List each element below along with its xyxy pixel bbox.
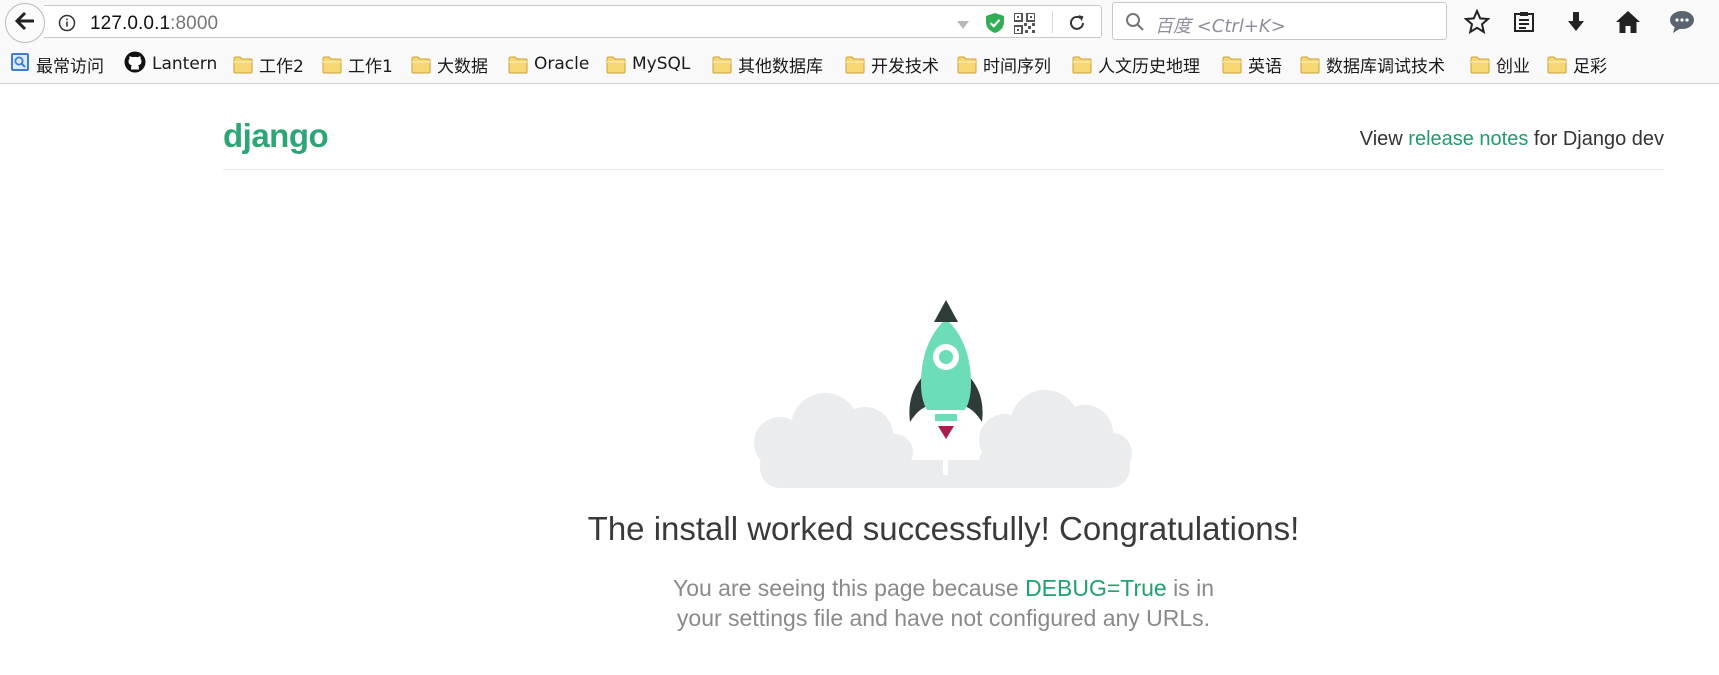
- rocket-illustration: [740, 295, 1150, 495]
- search-icon: [1125, 12, 1145, 37]
- bookmark-folder-humanities[interactable]: 人文历史地理: [1072, 53, 1200, 77]
- folder-icon: [1072, 55, 1092, 74]
- info-icon[interactable]: [58, 14, 76, 37]
- page-title: The install worked successfully! Congrat…: [587, 510, 1300, 547]
- page-header: django View release notes for Django dev: [223, 84, 1664, 170]
- bookmark-folder-oracle[interactable]: Oracle: [508, 53, 589, 75]
- folder-icon: [606, 55, 626, 74]
- bookmark-folder-time-series[interactable]: 时间序列: [957, 53, 1051, 77]
- qr-code-icon[interactable]: [1013, 12, 1036, 39]
- bookmark-folder-db-debug[interactable]: 数据库调试技术: [1300, 53, 1445, 77]
- folder-icon: [508, 55, 528, 74]
- folder-icon: [322, 55, 342, 74]
- most-visited-icon: [10, 52, 30, 77]
- url-bar[interactable]: 127.0.0.1:8000: [44, 5, 1102, 38]
- url-text[interactable]: 127.0.0.1:8000: [90, 13, 218, 35]
- bookmark-star-icon[interactable]: [1463, 8, 1491, 36]
- back-button[interactable]: [5, 3, 45, 43]
- folder-icon: [1547, 55, 1567, 74]
- flame-icon: [938, 426, 954, 439]
- bookmark-folder-other-db[interactable]: 其他数据库: [712, 53, 823, 77]
- rocket-launch-svg: [754, 300, 1132, 488]
- bookmark-folder-football[interactable]: 足彩: [1547, 53, 1607, 77]
- shield-check-icon[interactable]: [984, 12, 1006, 39]
- bookmark-most-visited[interactable]: 最常访问: [10, 52, 104, 77]
- bookmarks-toolbar: 最常访问 Lantern 工作2 工作1 大数据 Oracle MySQL 其他…: [0, 44, 1719, 84]
- folder-icon: [233, 55, 253, 74]
- folder-icon: [845, 55, 865, 74]
- search-placeholder: 百度 <Ctrl+K>: [1155, 16, 1286, 37]
- folder-icon: [712, 55, 732, 74]
- library-icon[interactable]: [1510, 8, 1538, 36]
- bookmark-folder-startup[interactable]: 创业: [1470, 53, 1530, 77]
- folder-icon: [1300, 55, 1320, 74]
- django-logo[interactable]: django: [223, 117, 329, 155]
- bookmark-folder-work2[interactable]: 工作2: [233, 53, 304, 77]
- folder-icon: [1222, 55, 1242, 74]
- debug-setting-code: DEBUG=True: [1025, 575, 1167, 601]
- release-notes-link[interactable]: release notes: [1408, 128, 1528, 150]
- url-separator: [1052, 11, 1053, 33]
- bookmark-folder-bigdata[interactable]: 大数据: [411, 53, 488, 77]
- release-notes-text: View release notes for Django dev: [1359, 128, 1664, 150]
- bookmark-lantern[interactable]: Lantern: [124, 51, 217, 78]
- reload-icon[interactable]: [1066, 12, 1088, 39]
- chat-bubble-icon[interactable]: [1668, 8, 1696, 36]
- debug-explanation: You are seeing this page because DEBUG=T…: [672, 575, 1215, 631]
- home-icon[interactable]: [1614, 8, 1642, 36]
- bookmark-folder-english[interactable]: 英语: [1222, 53, 1282, 77]
- search-input[interactable]: 百度 <Ctrl+K>: [1112, 2, 1447, 40]
- browser-toolbar: 127.0.0.1:8000 百度 <Ctrl+K>: [0, 0, 1719, 44]
- folder-icon: [957, 55, 977, 74]
- back-arrow-icon: [13, 9, 37, 38]
- folder-icon: [411, 55, 431, 74]
- folder-icon: [1470, 55, 1490, 74]
- exhaust-trail: [943, 415, 948, 475]
- bookmark-folder-work1[interactable]: 工作1: [322, 53, 393, 77]
- bookmark-folder-mysql[interactable]: MySQL: [606, 53, 690, 75]
- download-icon[interactable]: [1562, 8, 1590, 36]
- bookmark-folder-dev-tech[interactable]: 开发技术: [845, 53, 939, 77]
- dropdown-arrow-icon[interactable]: [956, 17, 970, 35]
- github-icon: [124, 51, 146, 78]
